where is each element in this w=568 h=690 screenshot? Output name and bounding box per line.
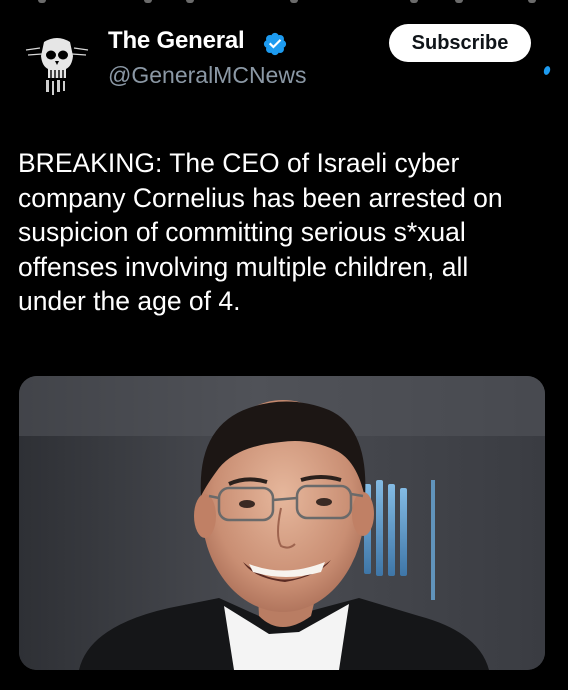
post-text: BREAKING: The CEO of Israeli cyber compa… — [18, 148, 503, 316]
verified-badge-icon — [263, 32, 287, 56]
post-photo[interactable] — [19, 376, 545, 670]
skull-emblem-icon — [22, 28, 92, 98]
status-bar-remnant — [0, 0, 568, 8]
author-avatar[interactable] — [22, 28, 92, 98]
unread-indicator-dot — [542, 65, 552, 76]
subscribe-button[interactable]: Subscribe — [389, 24, 531, 62]
author-handle[interactable]: @GeneralMCNews — [108, 62, 306, 89]
author-name[interactable]: The General — [108, 27, 245, 55]
portrait-photo — [19, 376, 545, 670]
